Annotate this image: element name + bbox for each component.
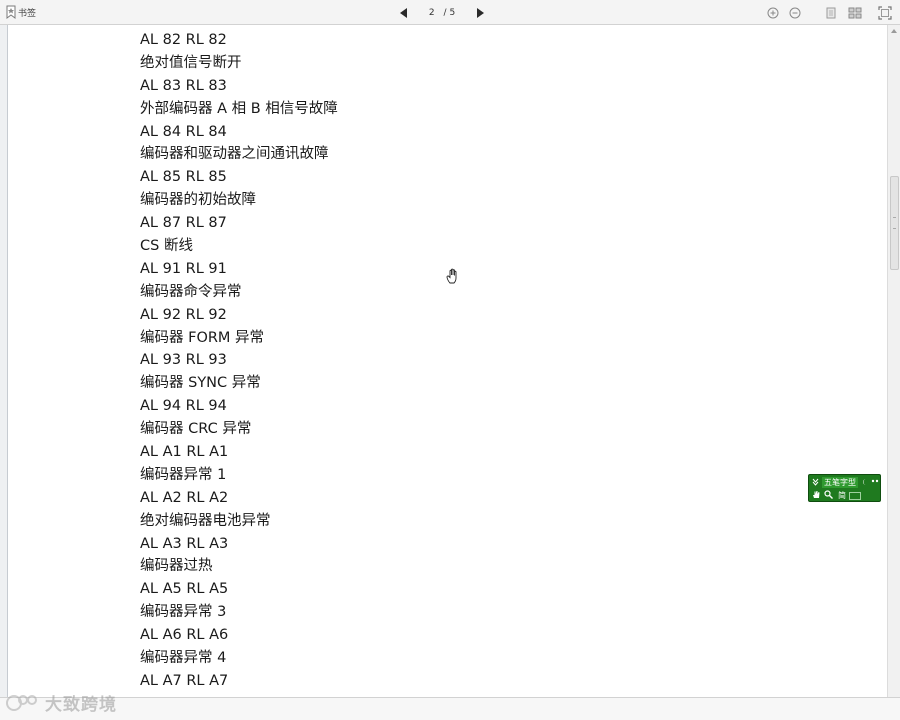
document-line: CS 断线 [140, 238, 193, 255]
fullscreen-icon [878, 5, 892, 20]
hand-icon[interactable] [812, 490, 821, 501]
hand-cursor-icon [446, 268, 460, 284]
document-line: AL A6 RL A6 [140, 627, 229, 644]
document-line: AL 91 RL 91 [140, 260, 227, 277]
ime-logo-icon[interactable] [812, 478, 819, 488]
document-line: AL A3 RL A3 [140, 535, 229, 552]
bookmark-label: 书签 [18, 8, 37, 19]
document-line: AL 83 RL 83 [140, 77, 227, 94]
watermark: 大致跨境 [6, 690, 117, 715]
document-line: 编码器过热 [140, 558, 213, 575]
document-line: 编码器的初始故障 [140, 192, 256, 209]
scroll-up-icon[interactable] [890, 27, 898, 35]
zoom-out-button[interactable] [788, 6, 802, 20]
scroll-thumb[interactable] [890, 176, 899, 270]
document-page[interactable]: AL 82 RL 82 绝对值信号断开 AL 83 RL 83 外部编码器 A 相 B… [9, 25, 887, 697]
multi-page-icon [848, 7, 862, 18]
document-line: 编码器异常 4 [140, 650, 227, 667]
status-bar: 大致跨境 [0, 694, 900, 720]
document-line: 编码器异常 1 [140, 466, 227, 483]
document-line: 外部编码器 A 相 B 相信号故障 [140, 100, 338, 117]
document-line: AL A5 RL A5 [140, 581, 229, 598]
page-current[interactable]: 2 [429, 8, 435, 18]
multi-page-button[interactable] [846, 6, 864, 20]
sidebar-strip[interactable] [0, 25, 8, 697]
next-page-button[interactable] [472, 5, 488, 21]
document-text: AL 82 RL 82 绝对值信号断开 AL 83 RL 83 外部编码器 A 相 B… [140, 29, 338, 693]
page-total: / 5 [443, 7, 456, 18]
watermark-logo-icon [6, 694, 37, 711]
single-page-button[interactable] [824, 6, 838, 20]
document-line: 编码器 SYNC 异常 [140, 375, 261, 392]
page-indicator[interactable]: 2 / 5 [416, 5, 468, 20]
prev-page-icon [400, 7, 407, 18]
document-line: AL A1 RL A1 [140, 444, 229, 461]
document-line: 编码器命令异常 [140, 283, 242, 300]
ime-mode[interactable]: 简 [838, 490, 846, 501]
bookmark-icon [6, 5, 16, 19]
punctuation-icon[interactable] [871, 478, 879, 487]
document-line: AL 84 RL 84 [140, 123, 227, 140]
document-line: AL 82 RL 82 [140, 32, 227, 48]
document-line: 编码器 CRC 异常 [140, 421, 252, 438]
document-line: AL 85 RL 85 [140, 169, 227, 186]
document-line: AL 87 RL 87 [140, 215, 227, 232]
vertical-scrollbar[interactable] [887, 25, 900, 697]
document-line: 编码器 FORM 异常 [140, 329, 265, 346]
bookmark-tab[interactable]: 书签 [6, 3, 36, 21]
scroll-grip-icon [893, 217, 896, 229]
next-page-icon [477, 7, 484, 18]
ime-name[interactable]: 五笔字型 [822, 477, 858, 488]
reader-toolbar: 书签 2 / 5 [0, 0, 900, 25]
search-icon[interactable] [824, 490, 833, 501]
document-line: 绝对值信号断开 [140, 54, 242, 71]
document-line: AL A7 RL A7 [140, 672, 229, 689]
moon-icon[interactable] [861, 478, 868, 488]
document-line: 绝对编码器电池异常 [140, 512, 271, 529]
document-line: AL 93 RL 93 [140, 352, 227, 369]
document-line: AL 94 RL 94 [140, 398, 227, 415]
prev-page-button[interactable] [396, 5, 412, 21]
zoom-in-button[interactable] [766, 6, 780, 20]
page-navigation: 2 / 5 [396, 4, 488, 21]
zoom-in-icon [767, 7, 779, 18]
document-line: 编码器异常 3 [140, 604, 227, 621]
keyboard-icon[interactable] [849, 491, 861, 500]
ime-toolbar[interactable]: 五笔字型 简 [808, 474, 881, 502]
document-line: AL A2 RL A2 [140, 489, 229, 506]
single-page-icon [826, 7, 836, 18]
fullscreen-button[interactable] [878, 5, 892, 20]
document-line: 编码器和驱动器之间通讯故障 [140, 146, 329, 163]
zoom-out-icon [789, 7, 801, 18]
watermark-text: 大致跨境 [45, 695, 117, 715]
view-tools [758, 4, 892, 21]
document-line: AL 92 RL 92 [140, 306, 227, 323]
